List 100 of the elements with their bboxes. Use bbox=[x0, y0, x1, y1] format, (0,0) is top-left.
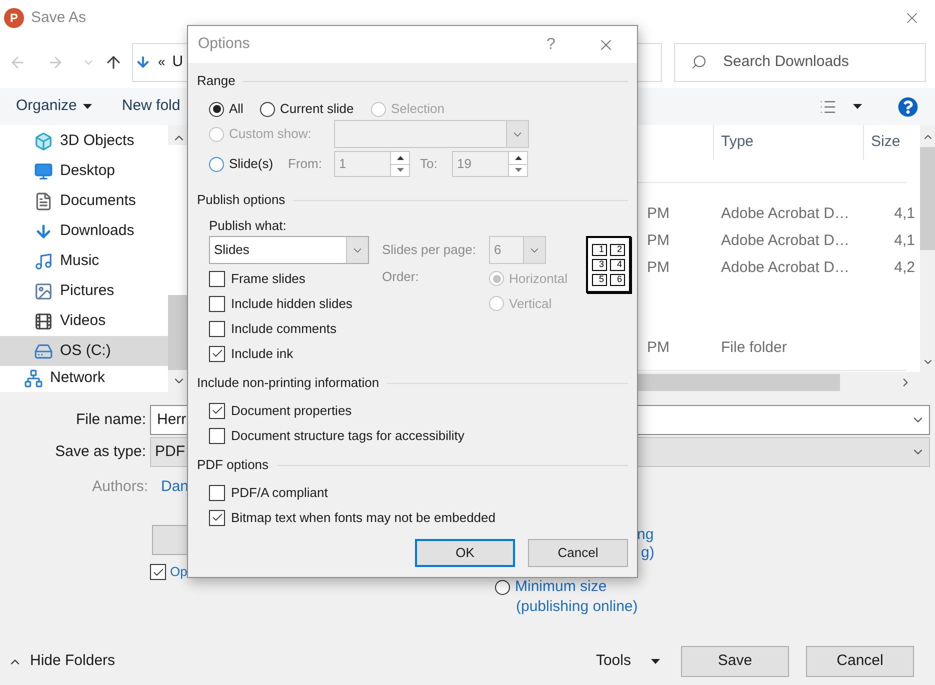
tools-button[interactable]: Tools bbox=[596, 650, 660, 673]
dialog-title: Options bbox=[198, 34, 251, 54]
checkbox[interactable] bbox=[209, 510, 225, 526]
slide-number: 3 bbox=[592, 258, 607, 270]
checkbox[interactable] bbox=[209, 402, 225, 418]
radio-label: ng bbox=[637, 526, 654, 544]
radio-label: Slide(s) bbox=[229, 155, 274, 174]
dialog-button[interactable]: Cancel bbox=[528, 539, 628, 567]
search-field[interactable]: Search Downloads bbox=[674, 42, 926, 82]
checkbox-label: Document structure tags for accessibility bbox=[231, 426, 464, 445]
scrollbar[interactable] bbox=[920, 125, 935, 372]
radio-label: Selection bbox=[391, 100, 444, 118]
checkbox[interactable] bbox=[209, 320, 225, 336]
radio-button[interactable] bbox=[209, 102, 224, 116]
caret-icon bbox=[82, 104, 92, 109]
up-triangle-icon bbox=[396, 156, 404, 160]
table-cell-text: Adobe Acrobat D… bbox=[721, 231, 850, 252]
column-header[interactable]: Type bbox=[713, 125, 863, 160]
sidebar-item[interactable]: Network bbox=[0, 366, 168, 390]
from-label: From: bbox=[288, 155, 323, 174]
radio-button[interactable] bbox=[260, 102, 275, 116]
slide-number: 4 bbox=[610, 258, 625, 270]
radio-label: Minimum size bbox=[515, 576, 607, 597]
authors-link[interactable]: Dan bbox=[161, 476, 189, 498]
radio-label: Vertical bbox=[509, 294, 552, 313]
table-cell-text: PM bbox=[647, 258, 670, 278]
field-label: Slides per page: bbox=[382, 241, 477, 260]
checkbox[interactable] bbox=[150, 564, 166, 580]
sidebar-item[interactable]: Videos bbox=[0, 306, 168, 336]
search-icon bbox=[691, 54, 707, 70]
checkbox[interactable] bbox=[209, 484, 225, 500]
sidebar-item[interactable]: 3D Objects bbox=[0, 126, 168, 156]
field-label: Save as type: bbox=[54, 442, 146, 462]
drive-icon bbox=[34, 342, 53, 360]
cube-icon bbox=[34, 132, 53, 150]
hide-folders-button[interactable]: Hide Folders bbox=[8, 650, 116, 673]
down-triangle-icon bbox=[396, 168, 404, 172]
checkbox[interactable] bbox=[209, 346, 225, 362]
section-heading: Range bbox=[197, 72, 236, 90]
view-caret-icon bbox=[853, 104, 862, 109]
radio-button[interactable] bbox=[209, 156, 224, 172]
checkbox-label: Include comments bbox=[231, 320, 336, 338]
section-heading: Include non-printing information bbox=[197, 374, 380, 392]
table-cell-text: File folder bbox=[721, 338, 788, 358]
checkbox[interactable] bbox=[209, 296, 225, 312]
publish-what-dropdown[interactable]: Slides bbox=[209, 236, 369, 264]
slide-number: 1 bbox=[592, 244, 607, 256]
checkbox-label: Op bbox=[170, 563, 188, 582]
film-icon bbox=[34, 312, 53, 330]
radio-label: Custom show: bbox=[229, 125, 312, 144]
sidebar-item[interactable]: Documents bbox=[0, 186, 168, 216]
sidebar-item[interactable]: Music bbox=[0, 246, 168, 276]
table-cell-text: Adobe Acrobat D… bbox=[721, 204, 850, 224]
spin-down-button[interactable] bbox=[509, 164, 527, 176]
scrollbar-thumb[interactable] bbox=[920, 147, 935, 250]
spin-down-button[interactable] bbox=[391, 164, 409, 176]
table-cell-text: PM bbox=[647, 231, 670, 252]
radio-label: (publishing online) bbox=[516, 597, 639, 617]
cancel-button[interactable]: Cancel bbox=[806, 646, 914, 677]
radio-label: Horizontal bbox=[509, 270, 568, 288]
dialog-button[interactable]: OK bbox=[415, 539, 515, 567]
help-button[interactable]: ? bbox=[541, 32, 561, 56]
section-heading: Publish options bbox=[197, 191, 286, 210]
down-triangle-icon bbox=[514, 168, 522, 172]
checkbox[interactable] bbox=[209, 270, 225, 286]
spin-up-button[interactable] bbox=[391, 152, 409, 164]
to-label: To: bbox=[419, 155, 438, 174]
checkbox-label: Frame slides bbox=[231, 270, 306, 288]
checkbox-label: PDF/A compliant bbox=[231, 484, 328, 502]
field-label: Authors: bbox=[91, 476, 148, 497]
new-folder-button[interactable]: New fold bbox=[122, 95, 180, 118]
checkbox[interactable] bbox=[209, 428, 225, 444]
organize-button[interactable]: Organize bbox=[16, 95, 92, 118]
radio-label: Current slide bbox=[280, 100, 354, 118]
monitor-icon bbox=[34, 162, 53, 180]
help-icon[interactable] bbox=[898, 96, 918, 116]
field-label: File name: bbox=[74, 410, 146, 430]
field-label: Publish what: bbox=[209, 217, 286, 236]
address-path: U bbox=[172, 52, 184, 72]
up-triangle-icon bbox=[514, 156, 522, 160]
document-icon bbox=[34, 192, 53, 210]
breadcrumb-chevrons: « bbox=[158, 53, 166, 72]
sidebar-item[interactable]: Pictures bbox=[0, 276, 168, 306]
slide-number: 2 bbox=[610, 244, 625, 256]
table-cell-text: 4,2 bbox=[893, 258, 915, 278]
sidebar-item[interactable]: Desktop bbox=[0, 156, 168, 186]
caret-icon bbox=[651, 659, 660, 664]
checkbox-label: Include hidden slides bbox=[231, 294, 352, 313]
sidebar-item[interactable]: Downloads bbox=[0, 216, 168, 246]
section-heading: PDF options bbox=[197, 456, 269, 474]
spin-up-button[interactable] bbox=[509, 152, 527, 164]
save-button[interactable]: Save bbox=[681, 646, 789, 677]
sidebar-item[interactable]: OS (C:) bbox=[0, 336, 168, 366]
checkbox-label: Include ink bbox=[231, 344, 294, 363]
music-note-icon bbox=[34, 252, 53, 270]
radio-button[interactable] bbox=[495, 580, 510, 594]
table-cell-text: PM bbox=[647, 338, 670, 358]
image-icon bbox=[34, 282, 53, 300]
checkbox-label: Document properties bbox=[231, 402, 352, 420]
table-cell-text: 4,1 bbox=[893, 231, 915, 252]
